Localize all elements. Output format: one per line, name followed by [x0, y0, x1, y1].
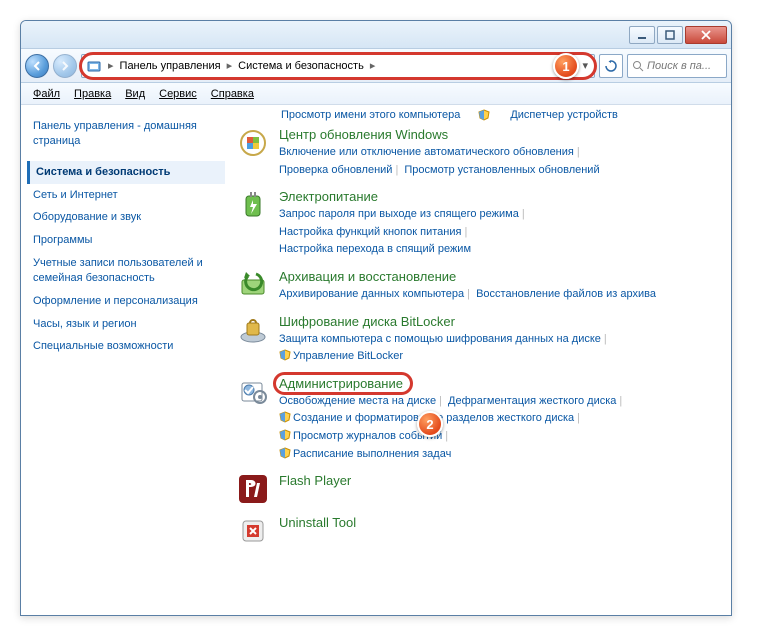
category-bitlocker: Шифрование диска BitLocker Защита компью…	[237, 314, 725, 366]
forward-button[interactable]	[53, 54, 77, 78]
sublink[interactable]: Включение или отключение автоматического…	[279, 146, 574, 158]
sublink[interactable]: Настройка перехода в спящий режим	[279, 243, 471, 255]
windows-update-icon	[237, 127, 269, 159]
annotation-marker-1: 1	[553, 53, 579, 79]
category-title[interactable]: Шифрование диска BitLocker	[279, 314, 455, 329]
admin-icon	[237, 376, 269, 408]
sublink[interactable]: Восстановление файлов из архива	[476, 288, 656, 300]
shield-icon	[279, 429, 291, 441]
minimize-button[interactable]	[629, 26, 655, 44]
sidebar-link[interactable]: Оформление и персонализация	[27, 290, 225, 313]
menu-view[interactable]: Вид	[119, 86, 151, 102]
sublink[interactable]: Освобождение места на диске	[279, 395, 436, 407]
sidebar-link[interactable]: Учетные записи пользователей и семейная …	[27, 252, 225, 290]
refresh-button[interactable]	[599, 54, 623, 78]
maximize-button[interactable]	[657, 26, 683, 44]
main-panel: Просмотр имени этого компьютера Диспетче…	[231, 105, 731, 615]
top-links: Просмотр имени этого компьютера Диспетче…	[237, 109, 725, 121]
sublink[interactable]: Проверка обновлений	[279, 164, 392, 176]
menubar: Файл Правка Вид Сервис Справка	[21, 83, 731, 105]
body: Панель управления - домашняя страница Си…	[21, 105, 731, 615]
category-title[interactable]: Центр обновления Windows	[279, 127, 448, 142]
control-panel-window: ▸ Панель управления ▸ Система и безопасн…	[20, 20, 732, 616]
category-title[interactable]: Flash Player	[279, 473, 351, 488]
address-dropdown[interactable]: ▾	[576, 59, 594, 72]
uninstall-icon	[237, 515, 269, 547]
menu-file[interactable]: Файл	[27, 86, 66, 102]
sidebar-current[interactable]: Система и безопасность	[27, 161, 225, 184]
annotation-marker-2: 2	[417, 411, 443, 437]
flash-icon	[237, 473, 269, 505]
link-device-manager[interactable]: Диспетчер устройств	[510, 109, 618, 121]
menu-tools[interactable]: Сервис	[153, 86, 203, 102]
shield-icon	[279, 447, 291, 459]
sublink[interactable]: Расписание выполнения задач	[293, 448, 451, 460]
sublink[interactable]: Запрос пароля при выходе из спящего режи…	[279, 208, 519, 220]
sublink[interactable]: Просмотр установленных обновлений	[404, 164, 599, 176]
breadcrumb-sep: ▸	[368, 59, 378, 72]
sublink[interactable]: Управление BitLocker	[293, 350, 403, 362]
menu-help[interactable]: Справка	[205, 86, 260, 102]
search-placeholder: Поиск в па...	[647, 60, 711, 72]
titlebar	[21, 21, 731, 49]
power-icon	[237, 189, 269, 221]
sidebar-link[interactable]: Часы, язык и регион	[27, 313, 225, 336]
bitlocker-icon	[237, 314, 269, 346]
close-button[interactable]	[685, 26, 727, 44]
sublink[interactable]: Настройка функций кнопок питания	[279, 226, 461, 238]
breadcrumb-sep: ▸	[225, 59, 235, 72]
category-backup: Архивация и восстановление Архивирование…	[237, 269, 725, 304]
breadcrumb-system-security[interactable]: Система и безопасность	[234, 60, 368, 72]
control-panel-icon	[86, 58, 102, 74]
sidebar-link[interactable]: Сеть и Интернет	[27, 184, 225, 207]
breadcrumb-sep: ▸	[106, 59, 116, 72]
category-flash: Flash Player	[237, 473, 725, 505]
category-title[interactable]: Uninstall Tool	[279, 515, 356, 530]
category-title-administration[interactable]: Администрирование	[279, 376, 403, 391]
sidebar-link[interactable]: Оборудование и звук	[27, 206, 225, 229]
sublink[interactable]: Архивирование данных компьютера	[279, 288, 464, 300]
category-windows-update: Центр обновления Windows Включение или о…	[237, 127, 725, 179]
category-title[interactable]: Архивация и восстановление	[279, 269, 456, 284]
category-title[interactable]: Электропитание	[279, 189, 378, 204]
search-icon	[632, 60, 644, 72]
category-uninstall: Uninstall Tool	[237, 515, 725, 547]
shield-icon	[279, 411, 291, 423]
sidebar: Панель управления - домашняя страница Си…	[21, 105, 231, 615]
search-input[interactable]: Поиск в па...	[627, 54, 727, 78]
sublink[interactable]: Защита компьютера с помощью шифрования д…	[279, 333, 601, 345]
link-computer-name[interactable]: Просмотр имени этого компьютера	[281, 109, 460, 121]
sidebar-link[interactable]: Специальные возможности	[27, 335, 225, 358]
back-button[interactable]	[25, 54, 49, 78]
category-administration: Администрирование Освобождение места на …	[237, 376, 725, 463]
breadcrumb-control-panel[interactable]: Панель управления	[116, 60, 225, 72]
menu-edit[interactable]: Правка	[68, 86, 117, 102]
backup-icon	[237, 269, 269, 301]
sidebar-link[interactable]: Программы	[27, 229, 225, 252]
navbar: ▸ Панель управления ▸ Система и безопасн…	[21, 49, 731, 83]
sidebar-home[interactable]: Панель управления - домашняя страница	[27, 115, 225, 153]
addressbar[interactable]: ▸ Панель управления ▸ Система и безопасн…	[81, 54, 595, 78]
category-power: Электропитание Запрос пароля при выходе …	[237, 189, 725, 259]
shield-icon	[279, 349, 291, 361]
sublink[interactable]: Дефрагментация жесткого диска	[448, 395, 616, 407]
shield-icon	[478, 109, 490, 121]
